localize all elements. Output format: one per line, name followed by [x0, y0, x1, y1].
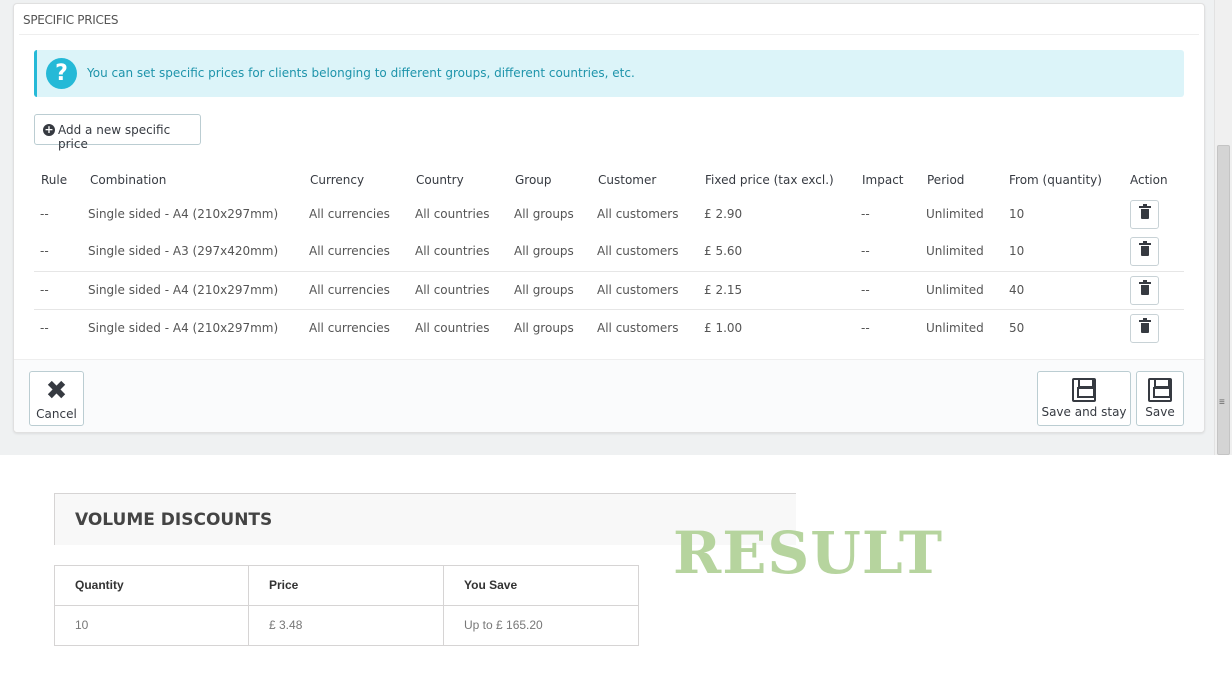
- delete-button[interactable]: [1130, 200, 1159, 229]
- cell-customer: All customers: [597, 321, 679, 335]
- panel-footer: ✖ Cancel Save and stay Save: [14, 359, 1204, 432]
- column-header-price: Price: [249, 566, 444, 606]
- plus-circle-icon: +: [43, 123, 55, 136]
- cell-combination: Single sided - A3 (297x420mm): [88, 244, 279, 258]
- cell-group: All groups: [514, 321, 574, 335]
- delete-button[interactable]: [1130, 314, 1159, 343]
- column-header-period: Period: [927, 173, 965, 187]
- cell-group: All groups: [514, 207, 574, 221]
- floppy-disk-icon: [1148, 378, 1172, 402]
- cell-impact: --: [861, 207, 870, 221]
- cell-fixed-price: £ 5.60: [704, 244, 743, 258]
- cell-currency: All currencies: [309, 283, 390, 297]
- cell-currency: All currencies: [309, 244, 390, 258]
- cancel-label: Cancel: [36, 407, 77, 421]
- cell-rule: --: [40, 244, 49, 258]
- scrollbar-thumb[interactable]: [1217, 145, 1230, 455]
- cell-country: All countries: [415, 283, 490, 297]
- column-header-quantity: Quantity: [55, 566, 249, 606]
- cell-from-quantity: 50: [1009, 321, 1025, 335]
- volume-discounts-title: VOLUME DISCOUNTS: [75, 510, 273, 530]
- cell-rule: --: [40, 321, 49, 335]
- specific-prices-panel: SPECIFIC PRICES ? You can set specific p…: [13, 3, 1205, 433]
- column-header-you-save: You Save: [444, 566, 638, 606]
- cell-currency: All currencies: [309, 321, 390, 335]
- cell-period: Unlimited: [926, 321, 984, 335]
- cell-period: Unlimited: [926, 244, 984, 258]
- cell-impact: --: [861, 321, 870, 335]
- add-specific-price-button[interactable]: + Add a new specific price: [34, 114, 201, 151]
- cell-quantity: 10: [55, 606, 249, 646]
- column-header-combination: Combination: [90, 173, 167, 187]
- cell-group: All groups: [514, 244, 574, 258]
- cell-from-quantity: 40: [1009, 283, 1025, 297]
- column-header-country: Country: [416, 173, 464, 187]
- vertical-scrollbar[interactable]: [1214, 0, 1232, 455]
- save-and-stay-button[interactable]: Save and stay: [1037, 371, 1131, 426]
- cell-from-quantity: 10: [1009, 207, 1025, 221]
- cell-impact: --: [861, 283, 870, 297]
- scrollbar-grip-icon: ≡: [1219, 397, 1225, 408]
- trash-icon: [1139, 280, 1151, 295]
- cell-period: Unlimited: [926, 207, 984, 221]
- column-header-currency: Currency: [310, 173, 365, 187]
- column-header-group: Group: [515, 173, 552, 187]
- column-header-customer: Customer: [598, 173, 657, 187]
- cell-customer: All customers: [597, 283, 679, 297]
- cell-customer: All customers: [597, 207, 679, 221]
- cell-impact: --: [861, 244, 870, 258]
- table-row: -- Single sided - A3 (297x420mm) All cur…: [34, 233, 1184, 271]
- trash-icon: [1139, 318, 1151, 333]
- cancel-button[interactable]: ✖ Cancel: [29, 371, 84, 426]
- cell-combination: Single sided - A4 (210x297mm): [88, 321, 279, 335]
- panel-title: SPECIFIC PRICES: [23, 13, 119, 27]
- column-header-from-quantity: From (quantity): [1009, 173, 1102, 187]
- table-row: -- Single sided - A4 (210x297mm) All cur…: [34, 196, 1184, 234]
- delete-button[interactable]: [1130, 237, 1159, 266]
- save-label: Save: [1145, 405, 1175, 419]
- result-label: RESULT: [673, 519, 944, 587]
- save-button[interactable]: Save: [1136, 371, 1184, 426]
- table-row: -- Single sided - A4 (210x297mm) All cur…: [34, 309, 1184, 347]
- cell-fixed-price: £ 1.00: [704, 321, 743, 335]
- cell-rule: --: [40, 207, 49, 221]
- question-icon: ?: [46, 58, 77, 89]
- cell-country: All countries: [415, 321, 490, 335]
- column-header-action: Action: [1130, 173, 1168, 187]
- close-icon: ✖: [45, 376, 68, 406]
- table-row: -- Single sided - A4 (210x297mm) All cur…: [34, 271, 1184, 309]
- trash-icon: [1139, 241, 1151, 256]
- info-alert: ? You can set specific prices for client…: [34, 50, 1184, 97]
- info-alert-text: You can set specific prices for clients …: [87, 66, 635, 80]
- cell-fixed-price: £ 2.15: [704, 283, 743, 297]
- cell-combination: Single sided - A4 (210x297mm): [88, 283, 279, 297]
- cell-customer: All customers: [597, 244, 679, 258]
- cell-combination: Single sided - A4 (210x297mm): [88, 207, 279, 221]
- cell-from-quantity: 10: [1009, 244, 1025, 258]
- cell-country: All countries: [415, 244, 490, 258]
- cell-you-save: Up to £ 165.20: [464, 618, 543, 632]
- cell-country: All countries: [415, 207, 490, 221]
- cell-currency: All currencies: [309, 207, 390, 221]
- volume-discounts-table: Quantity Price You Save 10 £ 3.48 Up to …: [54, 565, 639, 646]
- cell-rule: --: [40, 283, 49, 297]
- delete-button[interactable]: [1130, 276, 1159, 305]
- heading-divider: [19, 34, 1199, 35]
- floppy-disk-icon: [1072, 378, 1096, 402]
- save-and-stay-label: Save and stay: [1041, 405, 1127, 419]
- column-header-fixed-price: Fixed price (tax excl.): [705, 173, 834, 187]
- cell-fixed-price: £ 2.90: [704, 207, 743, 221]
- cell-price: £ 3.48: [249, 606, 444, 646]
- column-header-rule: Rule: [41, 173, 68, 187]
- add-specific-price-label: Add a new specific price: [58, 123, 171, 151]
- trash-icon: [1139, 204, 1151, 219]
- cell-group: All groups: [514, 283, 574, 297]
- column-header-impact: Impact: [862, 173, 904, 187]
- cell-period: Unlimited: [926, 283, 984, 297]
